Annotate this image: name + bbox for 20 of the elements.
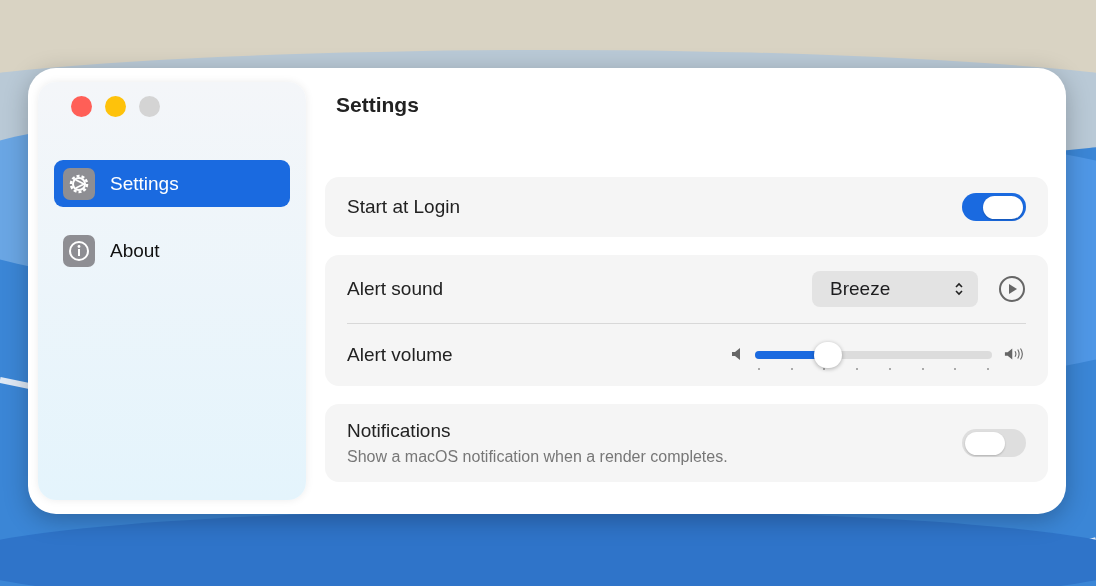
window-control-icon[interactable] [105,96,126,117]
sound-dropdown[interactable]: Breeze [812,271,978,307]
speaker-loud-icon [1004,347,1026,361]
setting-label: Alert volume [347,344,453,366]
window-control-icon[interactable] [71,96,92,117]
toggle-switch[interactable] [962,429,1026,457]
sidebar-item[interactable]: Settings [54,160,290,207]
sidebar-item[interactable]: About [54,227,290,274]
toggle-switch[interactable] [962,193,1026,221]
setting-label: Alert sound [347,278,444,300]
speaker-icon [731,347,743,361]
volume-slider[interactable] [755,342,992,368]
setting-label: Start at Login [347,196,461,218]
setting-description: Show a macOS notification when a render completes. [347,448,728,466]
play-icon[interactable] [998,275,1026,303]
up-down-chevron-icon [954,281,964,297]
setting-label: Notifications [347,420,452,442]
gear-icon [63,167,95,200]
info-icon [63,234,95,267]
window-title: Settings [335,92,420,118]
